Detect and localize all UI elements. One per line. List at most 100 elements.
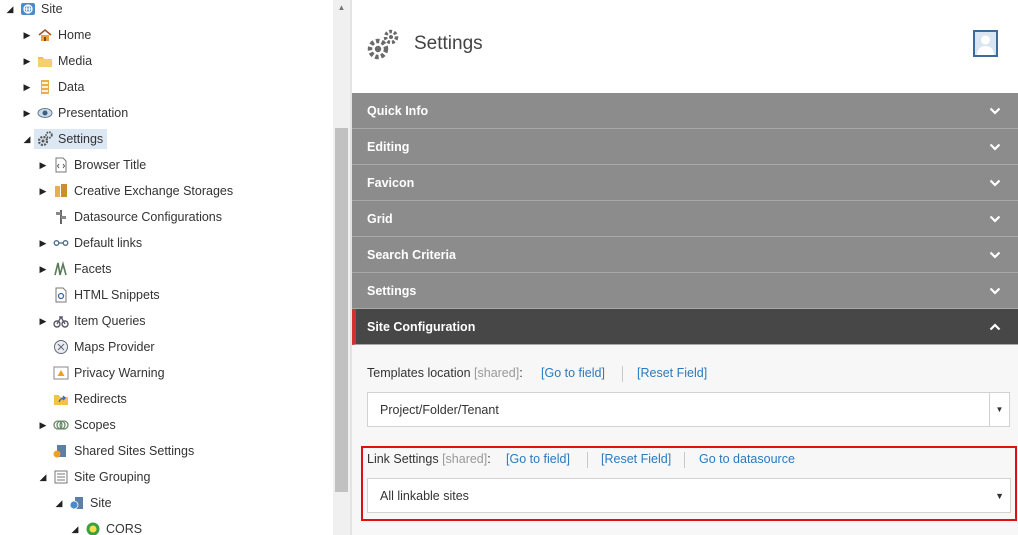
tree-item-label: Default links <box>74 236 143 250</box>
tree-item-html-snippets[interactable]: HTML Snippets <box>36 284 160 306</box>
collapse-arrow-icon[interactable]: ◢ <box>68 518 82 535</box>
expand-arrow-icon[interactable]: ▶ <box>20 76 34 98</box>
collapse-arrow-icon[interactable]: ◢ <box>52 492 66 514</box>
templates-location-select[interactable]: Project/Folder/Tenant ▼ <box>367 392 1010 427</box>
html-snippet-icon <box>53 287 69 303</box>
tree-item-shared-sites-settings[interactable]: Shared Sites Settings <box>36 440 194 462</box>
section-label: Grid <box>367 211 393 226</box>
tree-item-item-queries[interactable]: ▶ Item Queries <box>36 310 146 332</box>
section-label: Quick Info <box>367 103 429 118</box>
section-editing[interactable]: Editing <box>352 129 1018 165</box>
gears-icon <box>366 28 400 62</box>
tree-item-cors[interactable]: ◢ CORS <box>68 518 142 535</box>
tree-item-datasource-configurations[interactable]: Datasource Configurations <box>36 206 222 228</box>
section-search-criteria[interactable]: Search Criteria <box>352 237 1018 273</box>
chevron-down-icon[interactable] <box>989 105 1001 117</box>
reset-field-link[interactable]: [Reset Field] <box>637 366 707 380</box>
section-label: Editing <box>367 139 410 154</box>
expand-arrow-icon[interactable]: ▶ <box>36 310 50 332</box>
map-icon <box>53 339 69 355</box>
collapse-arrow-icon[interactable]: ◢ <box>3 0 17 20</box>
templates-location-label: Templates location [shared]: <box>367 366 523 380</box>
section-settings[interactable]: Settings <box>352 273 1018 309</box>
go-to-field-link[interactable]: [Go to field] <box>541 366 605 380</box>
expand-arrow-icon[interactable]: ▶ <box>36 180 50 202</box>
expand-arrow-icon[interactable]: ▶ <box>36 154 50 176</box>
storage-icon <box>53 183 69 199</box>
tree-item-label: Shared Sites Settings <box>74 444 195 458</box>
expand-arrow-icon[interactable]: ▶ <box>20 50 34 72</box>
site-icon <box>69 495 85 511</box>
section-favicon[interactable]: Favicon <box>352 165 1018 201</box>
expand-arrow-icon[interactable]: ▶ <box>20 24 34 46</box>
tree-item-label: Media <box>58 54 93 68</box>
tree-item-label: HTML Snippets <box>74 288 160 302</box>
redirect-icon <box>53 391 69 407</box>
collapse-arrow-icon[interactable]: ◢ <box>36 466 50 488</box>
tree-item-scopes[interactable]: ▶ Scopes <box>36 414 116 436</box>
scroll-up-arrow-icon[interactable]: ▲ <box>333 0 350 14</box>
tree-item-label: Redirects <box>74 392 127 406</box>
tree-item-label: Data <box>58 80 85 94</box>
tree-item-redirects[interactable]: Redirects <box>36 388 127 410</box>
tree-item-label: Datasource Configurations <box>74 210 222 224</box>
tree-item-label: Creative Exchange Storages <box>74 184 234 198</box>
expand-arrow-icon[interactable]: ▶ <box>20 102 34 124</box>
facets-icon <box>53 261 69 277</box>
eye-icon <box>37 105 53 121</box>
tree-item-label: Item Queries <box>74 314 146 328</box>
tree-item-browser-title[interactable]: ▶ Browser Title <box>36 154 146 176</box>
expand-arrow-icon[interactable]: ▶ <box>36 258 50 280</box>
tree-item-label: Scopes <box>74 418 116 432</box>
chevron-down-icon[interactable] <box>989 177 1001 189</box>
editor-header: Settings <box>352 0 1018 93</box>
tree-item-label: Maps Provider <box>74 340 155 354</box>
chevron-down-icon[interactable] <box>989 141 1001 153</box>
scrollbar-thumb[interactable] <box>335 128 348 492</box>
dropdown-arrow-icon[interactable]: ▼ <box>989 393 1009 426</box>
tree-item-label: Facets <box>74 262 112 276</box>
content-tree: ◢ Site ▶ Home ▶ Media ▶ Data ▶ Presentat… <box>0 0 333 535</box>
tree-item-default-links[interactable]: ▶ Default links <box>36 232 143 254</box>
data-icon <box>37 79 53 95</box>
chevron-down-icon[interactable] <box>989 213 1001 225</box>
tree-item-facets[interactable]: ▶ Facets <box>36 258 112 280</box>
tree-scrollbar[interactable]: ▲ <box>333 0 350 535</box>
tree-item-home[interactable]: ▶ Home <box>20 24 92 46</box>
section-label: Search Criteria <box>367 247 456 262</box>
tree-item-label: Privacy Warning <box>74 366 165 380</box>
expand-arrow-icon[interactable]: ▶ <box>36 414 50 436</box>
tree-item-media[interactable]: ▶ Media <box>20 50 93 72</box>
scopes-icon <box>53 417 69 433</box>
tree-item-label: Site <box>90 496 112 510</box>
tree-item-label: CORS <box>106 522 143 535</box>
annotation-highlight-box <box>361 446 1017 521</box>
user-avatar-icon[interactable] <box>973 30 998 57</box>
tree-item-maps-provider[interactable]: Maps Provider <box>36 336 155 358</box>
tree-item-label: Presentation <box>58 106 129 120</box>
tree-item-label: Settings <box>58 132 104 146</box>
selected-value: Project/Folder/Tenant <box>380 402 499 417</box>
section-site-configuration[interactable]: Site Configuration <box>352 309 1018 345</box>
tree-item-creative-exchange-storages[interactable]: ▶ Creative Exchange Storages <box>36 180 233 202</box>
shared-sites-icon <box>53 443 69 459</box>
chevron-up-icon[interactable] <box>989 321 1001 333</box>
tree-item-privacy-warning[interactable]: Privacy Warning <box>36 362 165 384</box>
tree-item-site[interactable]: ◢ Site <box>3 0 63 20</box>
collapse-arrow-icon[interactable]: ◢ <box>20 128 34 150</box>
section-grid[interactable]: Grid <box>352 201 1018 237</box>
query-icon <box>53 313 69 329</box>
tree-item-label: Site Grouping <box>74 470 151 484</box>
signpost-icon <box>53 209 69 225</box>
selection-highlight: Settings <box>34 129 108 149</box>
tree-item-settings[interactable]: ◢ Settings <box>20 128 108 150</box>
section-quick-info[interactable]: Quick Info <box>352 93 1018 129</box>
tree-item-data[interactable]: ▶ Data <box>20 76 84 98</box>
section-label: Site Configuration <box>367 319 476 334</box>
chevron-down-icon[interactable] <box>989 285 1001 297</box>
tree-item-site-child[interactable]: ◢ Site <box>52 492 112 514</box>
tree-item-presentation[interactable]: ▶ Presentation <box>20 102 129 124</box>
tree-item-site-grouping[interactable]: ◢ Site Grouping <box>36 466 151 488</box>
chevron-down-icon[interactable] <box>989 249 1001 261</box>
expand-arrow-icon[interactable]: ▶ <box>36 232 50 254</box>
